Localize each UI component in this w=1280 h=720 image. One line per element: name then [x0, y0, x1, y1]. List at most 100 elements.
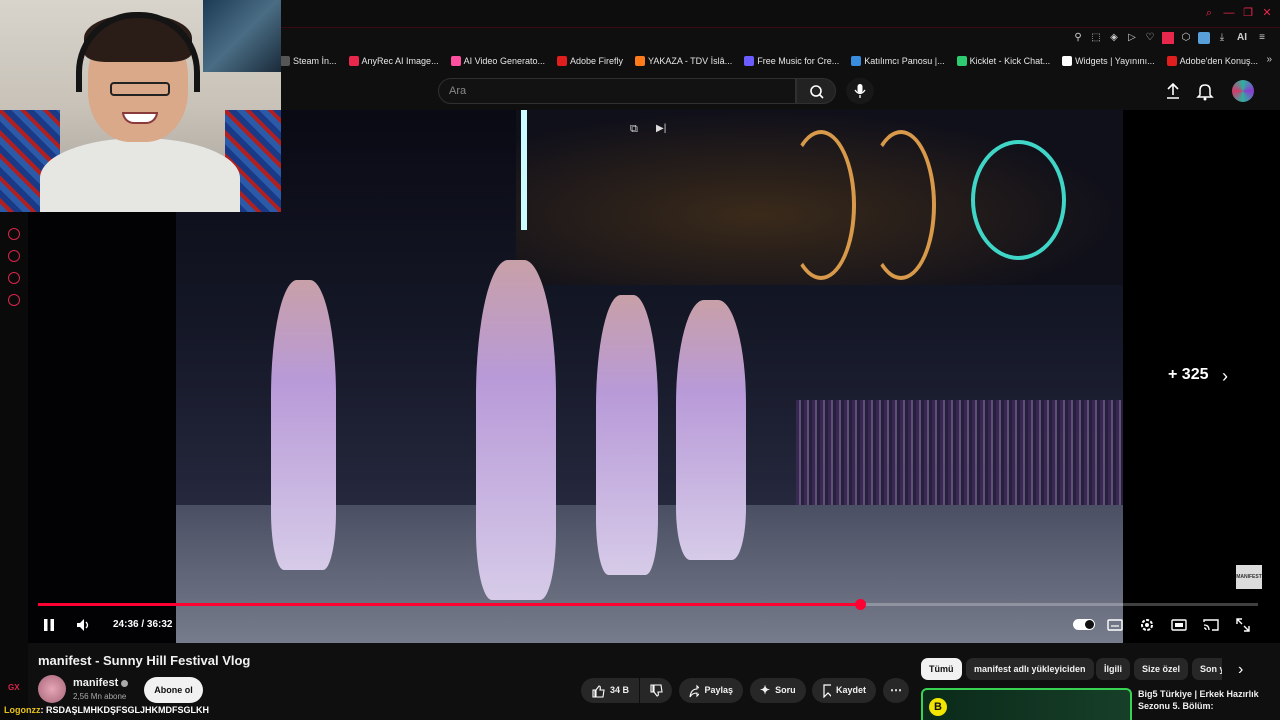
- recommendation-title[interactable]: Big5 Türkiye | Erkek Hazırlık Sezonu 5. …: [1138, 688, 1268, 712]
- thumbs-down-icon: [650, 683, 663, 697]
- theater-mode-button[interactable]: [1170, 616, 1188, 634]
- chevron-right-icon[interactable]: ›: [1238, 661, 1243, 679]
- browser-titlebar: [280, 0, 1280, 28]
- chip-4[interactable]: Son y: [1192, 658, 1222, 680]
- chip-1[interactable]: manifest adlı yükleyiciden: [966, 658, 1094, 680]
- fullscreen-button[interactable]: [1234, 616, 1252, 634]
- bookmark-favicon-icon: [450, 56, 461, 66]
- more-actions-button[interactable]: ⋯: [883, 678, 909, 703]
- search-icon[interactable]: ⌕: [1202, 6, 1216, 20]
- play-icon[interactable]: ▷: [1126, 32, 1138, 44]
- pause-button[interactable]: [40, 616, 58, 634]
- ai-icon[interactable]: AI: [1234, 32, 1250, 44]
- fullscreen-icon: [1236, 618, 1250, 632]
- bookmarks-overflow-icon[interactable]: »: [1266, 54, 1272, 65]
- bookmark-favicon-icon: [280, 56, 290, 66]
- pin-icon[interactable]: ⚲: [1072, 32, 1084, 44]
- bookmark-item[interactable]: Steam İn...: [280, 56, 337, 66]
- bookmark-label: Adobe Firefly: [569, 56, 623, 66]
- upload-icon: [1167, 82, 1179, 99]
- channel-avatar[interactable]: [38, 675, 66, 703]
- restore-icon[interactable]: ❐: [1241, 6, 1255, 20]
- progress-bar[interactable]: [38, 599, 1258, 610]
- time-display: 24:36 / 36:32: [113, 619, 173, 630]
- account-avatar[interactable]: [1232, 80, 1254, 102]
- channel-name[interactable]: manifest: [73, 677, 129, 689]
- chip-3[interactable]: Size özel: [1134, 658, 1189, 680]
- channel-name-label[interactable]: manifest: [73, 677, 118, 689]
- chat-message: Logonzz: RSDAŞLMHKDŞFSGLJHKMDFSGLKH: [4, 705, 209, 715]
- chip-2[interactable]: İlgili: [1096, 658, 1130, 680]
- gx-label: GX: [8, 683, 20, 692]
- bookmark-item[interactable]: AI Video Generato...: [450, 56, 545, 66]
- subtitles-icon: [1107, 619, 1123, 631]
- heart-icon[interactable]: ♡: [1144, 32, 1156, 44]
- bell-icon: [1196, 84, 1214, 101]
- bookmark-item[interactable]: Adobe Firefly: [556, 56, 623, 66]
- like-count: 34 B: [610, 685, 630, 695]
- ask-button[interactable]: ✦ Soru: [750, 678, 806, 703]
- stage-ring: [971, 140, 1066, 260]
- minimize-icon[interactable]: —: [1222, 6, 1236, 20]
- bookmarks-bar: Steam İn... AnyRec AI Image... AI Video Ge…: [280, 52, 1280, 70]
- dancer: [596, 295, 658, 575]
- share-button[interactable]: Paylaş: [679, 678, 743, 703]
- bookmark-favicon-icon: [556, 56, 567, 66]
- download-icon[interactable]: ⤓: [1216, 32, 1228, 44]
- bookmark-favicon-icon: [635, 56, 645, 66]
- toggle-knob: [1085, 620, 1094, 629]
- gear-icon: [1141, 619, 1153, 631]
- sidebar-bookmarks-icon[interactable]: [8, 272, 20, 284]
- bookmark-item[interactable]: Kicklet - Kick Chat...: [956, 56, 1051, 66]
- bookmark-label: Kicklet - Kick Chat...: [969, 56, 1051, 66]
- bookmark-label: Widgets | Yayınını...: [1075, 56, 1155, 66]
- bookmark-favicon-icon: [851, 56, 862, 66]
- microphone-icon: [854, 84, 866, 98]
- chat-text: RSDAŞLMHKDŞFSGLJHKMDFSGLKH: [46, 705, 209, 715]
- search-input[interactable]: Ara: [438, 78, 796, 104]
- shield-icon[interactable]: ◈: [1108, 32, 1120, 44]
- dislike-button[interactable]: [640, 678, 672, 703]
- settings-button[interactable]: [1138, 616, 1156, 634]
- more-videos-count[interactable]: + 325: [1168, 366, 1208, 384]
- verified-icon: [121, 679, 129, 687]
- search-button[interactable]: [796, 78, 836, 104]
- bookmark-item[interactable]: YAKAZA - TDV İslâ...: [635, 56, 732, 66]
- bookmark-label: YAKAZA - TDV İslâ...: [648, 56, 733, 66]
- bookmark-item[interactable]: Free Music for Cre...: [744, 56, 839, 66]
- save-button[interactable]: Kaydet: [812, 678, 876, 703]
- sidebar-settings-icon[interactable]: [8, 294, 20, 306]
- miniplayer-icon[interactable]: ⧉: [630, 123, 638, 136]
- channel-watermark[interactable]: MANIFEST: [1236, 565, 1262, 589]
- chip-0[interactable]: Tümü: [921, 658, 962, 680]
- cast-button[interactable]: [1202, 616, 1220, 634]
- bookmark-item[interactable]: AnyRec AI Image...: [348, 56, 439, 66]
- volume-button[interactable]: [74, 616, 92, 634]
- voice-search-button[interactable]: [846, 78, 874, 104]
- sparkle-icon: ✦: [760, 683, 771, 697]
- menu-icon[interactable]: ≡: [1256, 32, 1268, 44]
- stage-light: [521, 110, 527, 230]
- subtitles-button[interactable]: [1106, 616, 1124, 634]
- extensions-icon[interactable]: ⬡: [1180, 32, 1192, 44]
- autoplay-toggle[interactable]: [1073, 619, 1095, 630]
- pause-icon: [44, 619, 54, 631]
- bookmark-item[interactable]: Katılımcı Panosu |...: [851, 56, 945, 66]
- subscribe-button[interactable]: Abone ol: [144, 677, 203, 703]
- progress-scrubber[interactable]: [854, 599, 866, 610]
- crowd: [796, 400, 1123, 510]
- photo-icon[interactable]: [1198, 32, 1210, 44]
- recommendation-thumbnail[interactable]: B: [921, 688, 1132, 720]
- sidebar-messenger-icon[interactable]: [8, 228, 20, 240]
- skip-icon[interactable]: ▶|: [656, 123, 666, 134]
- upload-button[interactable]: [1162, 80, 1184, 102]
- close-icon[interactable]: ✕: [1260, 6, 1274, 20]
- bookmark-item[interactable]: Adobe'den Konuş...: [1166, 56, 1258, 66]
- chevron-right-icon[interactable]: ›: [1222, 366, 1228, 387]
- wall-poster: [203, 0, 281, 72]
- like-button[interactable]: 34 B: [581, 678, 639, 703]
- sidebar-history-icon[interactable]: [8, 250, 20, 262]
- notifications-button[interactable]: [1194, 80, 1216, 102]
- screenshot-icon[interactable]: ⬚: [1090, 32, 1102, 44]
- bookmark-item[interactable]: Widgets | Yayınını...: [1062, 56, 1155, 66]
